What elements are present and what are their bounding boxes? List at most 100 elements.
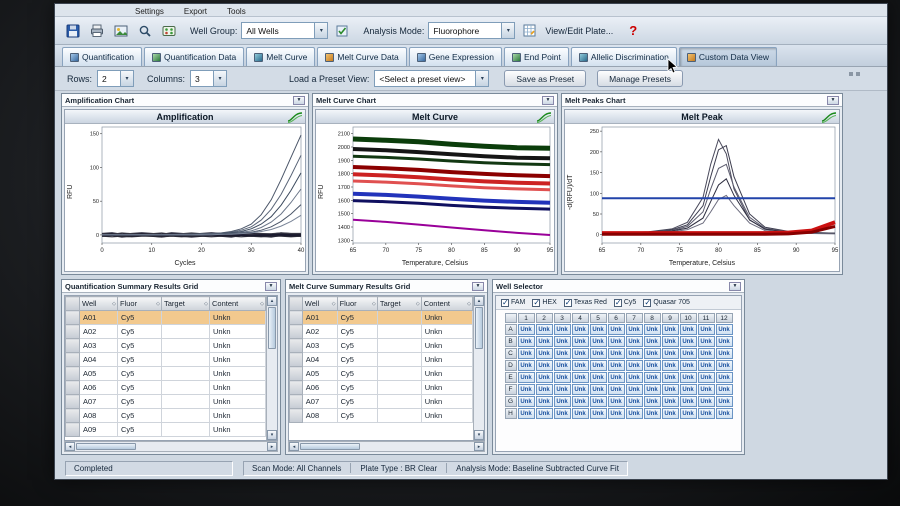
well-cell-D5[interactable]: Unk (590, 360, 607, 371)
well-cell-B7[interactable]: Unk (626, 336, 643, 347)
well-cell-F12[interactable]: Unk (716, 384, 733, 395)
well-cell-C3[interactable]: Unk (554, 348, 571, 359)
column-header-target[interactable]: Target (162, 297, 210, 311)
column-header-target[interactable]: Target (377, 297, 421, 311)
columns-select[interactable]: 3 (190, 70, 227, 87)
table-row[interactable]: A03Cy5Unkn (290, 339, 473, 353)
well-cell-A10[interactable]: Unk (680, 324, 697, 335)
plate-wells-button[interactable] (159, 21, 179, 41)
well-cell-H5[interactable]: Unk (590, 408, 607, 419)
well-cell-D3[interactable]: Unk (554, 360, 571, 371)
tab-quantification-data[interactable]: Quantification Data (144, 47, 244, 66)
well-cell-B9[interactable]: Unk (662, 336, 679, 347)
well-cell-D9[interactable]: Unk (662, 360, 679, 371)
chevron-down-icon[interactable] (472, 282, 484, 291)
table-row[interactable]: A01Cy5Unkn (290, 311, 473, 325)
well-cell-D8[interactable]: Unk (644, 360, 661, 371)
well-cell-B10[interactable]: Unk (680, 336, 697, 347)
preset-view-select[interactable]: <Select a preset view> (374, 70, 489, 87)
well-cell-H8[interactable]: Unk (644, 408, 661, 419)
table-row[interactable]: A07Cy5Unkn (66, 395, 266, 409)
well-cell-H3[interactable]: Unk (554, 408, 571, 419)
well-column-header[interactable]: 8 (644, 313, 661, 323)
vertical-scrollbar[interactable] (266, 296, 277, 440)
well-row-header[interactable]: G (505, 396, 517, 407)
scroll-right-icon[interactable] (474, 442, 484, 451)
vertical-scrollbar[interactable] (473, 296, 484, 440)
well-column-header[interactable]: 12 (716, 313, 733, 323)
scroll-down-icon[interactable] (267, 430, 277, 440)
tab-overflow-controls[interactable] (849, 72, 860, 82)
well-cell-C12[interactable]: Unk (716, 348, 733, 359)
tab-melt-curve[interactable]: Melt Curve (246, 47, 315, 66)
tab-gene-expression[interactable]: Gene Expression (409, 47, 502, 66)
column-header-content[interactable]: Content (210, 297, 266, 311)
table-row[interactable]: A03Cy5Unkn (66, 339, 266, 353)
tab-quantification[interactable]: Quantification (62, 47, 142, 66)
chevron-down-icon[interactable] (542, 96, 554, 105)
well-row-header[interactable]: C (505, 348, 517, 359)
analysis-mode-select[interactable]: Fluorophore (428, 22, 515, 39)
well-cell-H12[interactable]: Unk (716, 408, 733, 419)
well-cell-A4[interactable]: Unk (572, 324, 589, 335)
well-cell-C8[interactable]: Unk (644, 348, 661, 359)
well-cell-G1[interactable]: Unk (518, 396, 535, 407)
well-cell-A12[interactable]: Unk (716, 324, 733, 335)
well-cell-F10[interactable]: Unk (680, 384, 697, 395)
well-column-header[interactable]: 4 (572, 313, 589, 323)
well-cell-E7[interactable]: Unk (626, 372, 643, 383)
well-cell-G10[interactable]: Unk (680, 396, 697, 407)
well-column-header[interactable]: 3 (554, 313, 571, 323)
well-cell-H9[interactable]: Unk (662, 408, 679, 419)
table-row[interactable]: A02Cy5Unkn (66, 325, 266, 339)
well-column-header[interactable]: 6 (608, 313, 625, 323)
column-header-fluor[interactable]: Fluor (337, 297, 377, 311)
well-cell-E12[interactable]: Unk (716, 372, 733, 383)
table-row[interactable]: A01Cy5Unkn (66, 311, 266, 325)
scroll-thumb[interactable] (76, 443, 136, 450)
well-cell-B3[interactable]: Unk (554, 336, 571, 347)
well-cell-B2[interactable]: Unk (536, 336, 553, 347)
well-cell-D12[interactable]: Unk (716, 360, 733, 371)
well-cell-C2[interactable]: Unk (536, 348, 553, 359)
well-cell-E2[interactable]: Unk (536, 372, 553, 383)
well-cell-G5[interactable]: Unk (590, 396, 607, 407)
menu-export[interactable]: Export (182, 7, 209, 16)
table-row[interactable]: A07Cy5Unkn (290, 395, 473, 409)
well-cell-F5[interactable]: Unk (590, 384, 607, 395)
scroll-right-icon[interactable] (267, 442, 277, 451)
fluorophore-checkbox-cy5[interactable]: Cy5 (614, 299, 636, 307)
well-cell-H2[interactable]: Unk (536, 408, 553, 419)
table-row[interactable]: A06Cy5Unkn (290, 381, 473, 395)
well-column-header[interactable]: 2 (536, 313, 553, 323)
zoom-button[interactable] (135, 21, 155, 41)
table-row[interactable]: A04Cy5Unkn (66, 353, 266, 367)
tab-melt-curve-data[interactable]: Melt Curve Data (317, 47, 406, 66)
well-cell-F11[interactable]: Unk (698, 384, 715, 395)
well-cell-G9[interactable]: Unk (662, 396, 679, 407)
well-cell-B8[interactable]: Unk (644, 336, 661, 347)
scroll-up-icon[interactable] (267, 296, 277, 306)
well-cell-C10[interactable]: Unk (680, 348, 697, 359)
well-cell-C6[interactable]: Unk (608, 348, 625, 359)
export-image-button[interactable] (111, 21, 131, 41)
fluorophore-checkbox-hex[interactable]: HEX (532, 299, 556, 307)
well-row-header[interactable]: F (505, 384, 517, 395)
table-row[interactable]: A08Cy5Unkn (66, 409, 266, 423)
table-row[interactable]: A05Cy5Unkn (290, 367, 473, 381)
well-cell-A6[interactable]: Unk (608, 324, 625, 335)
well-cell-E5[interactable]: Unk (590, 372, 607, 383)
scroll-thumb[interactable] (300, 443, 360, 450)
chevron-down-icon[interactable] (729, 282, 741, 291)
tab-custom-data-view[interactable]: Custom Data View (679, 47, 777, 66)
well-cell-E1[interactable]: Unk (518, 372, 535, 383)
fluorophore-checkbox-fam[interactable]: FAM (501, 299, 525, 307)
table-row[interactable]: A09Cy5Unkn (66, 423, 266, 437)
well-column-header[interactable]: 7 (626, 313, 643, 323)
table-row[interactable]: A08Cy5Unkn (290, 409, 473, 423)
well-cell-E10[interactable]: Unk (680, 372, 697, 383)
well-column-header[interactable]: 5 (590, 313, 607, 323)
table-row[interactable]: A06Cy5Unkn (66, 381, 266, 395)
horizontal-scrollbar[interactable] (64, 441, 278, 452)
table-row[interactable]: A05Cy5Unkn (66, 367, 266, 381)
